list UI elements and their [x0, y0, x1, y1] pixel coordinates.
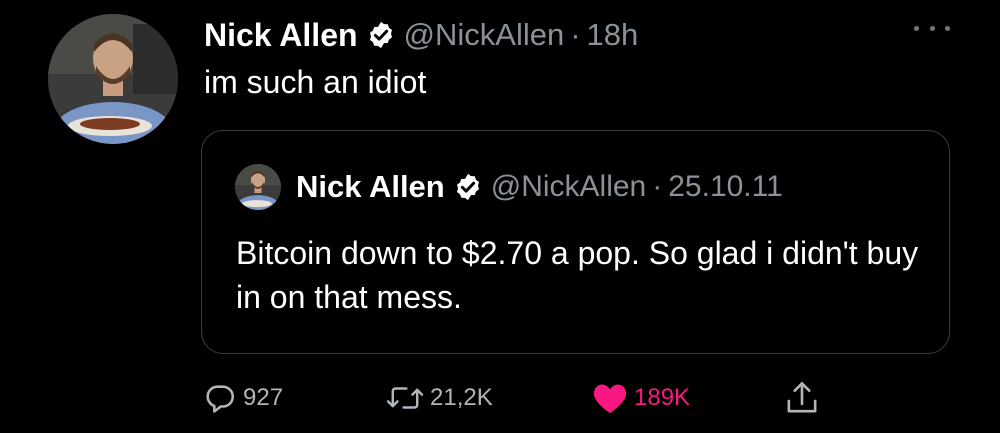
heart-icon	[592, 381, 628, 415]
verified-badge-icon	[453, 172, 483, 202]
author-handle[interactable]: @NickAllen	[404, 17, 565, 53]
reply-icon	[203, 381, 237, 415]
like-button[interactable]: 189K	[592, 375, 690, 421]
quoted-tweet-date: 25.10.11	[668, 170, 783, 203]
quoted-tweet-header: Nick Allen @NickAllen · 25.10.11	[296, 165, 783, 209]
quoted-tweet[interactable]: Nick Allen @NickAllen · 25.10.11 Bitcoin…	[201, 130, 950, 354]
author-avatar[interactable]	[48, 14, 178, 144]
reply-count: 927	[243, 384, 284, 411]
quoted-author-handle: @NickAllen	[490, 170, 647, 203]
quoted-avatar-photo	[235, 164, 281, 210]
more-options-icon[interactable]	[914, 18, 950, 38]
separator-dot: ·	[570, 17, 581, 52]
avatar-photo	[48, 14, 178, 144]
verified-badge-icon	[366, 20, 396, 50]
quoted-tweet-text: Bitcoin down to $2.70 a pop. So glad i d…	[236, 235, 919, 315]
quoted-author-name: Nick Allen	[296, 169, 445, 204]
retweet-button[interactable]: 21,2K	[386, 375, 493, 421]
tweet-time[interactable]: 18h	[587, 17, 639, 53]
author-name[interactable]: Nick Allen	[204, 17, 358, 54]
tweet-actions: 927 21,2K 189K	[0, 375, 1000, 421]
tweet-header: Nick Allen @NickAllen · 18h	[204, 12, 638, 58]
quoted-author-avatar	[235, 164, 281, 210]
share-button[interactable]	[784, 375, 820, 421]
share-icon	[784, 379, 820, 417]
reply-button[interactable]: 927	[203, 375, 283, 421]
separator-dot: ·	[652, 170, 663, 203]
tweet-text: im such an idiot	[204, 64, 427, 100]
retweet-count: 21,2K	[430, 384, 493, 411]
like-count: 189K	[634, 384, 691, 411]
retweet-icon	[386, 381, 424, 415]
